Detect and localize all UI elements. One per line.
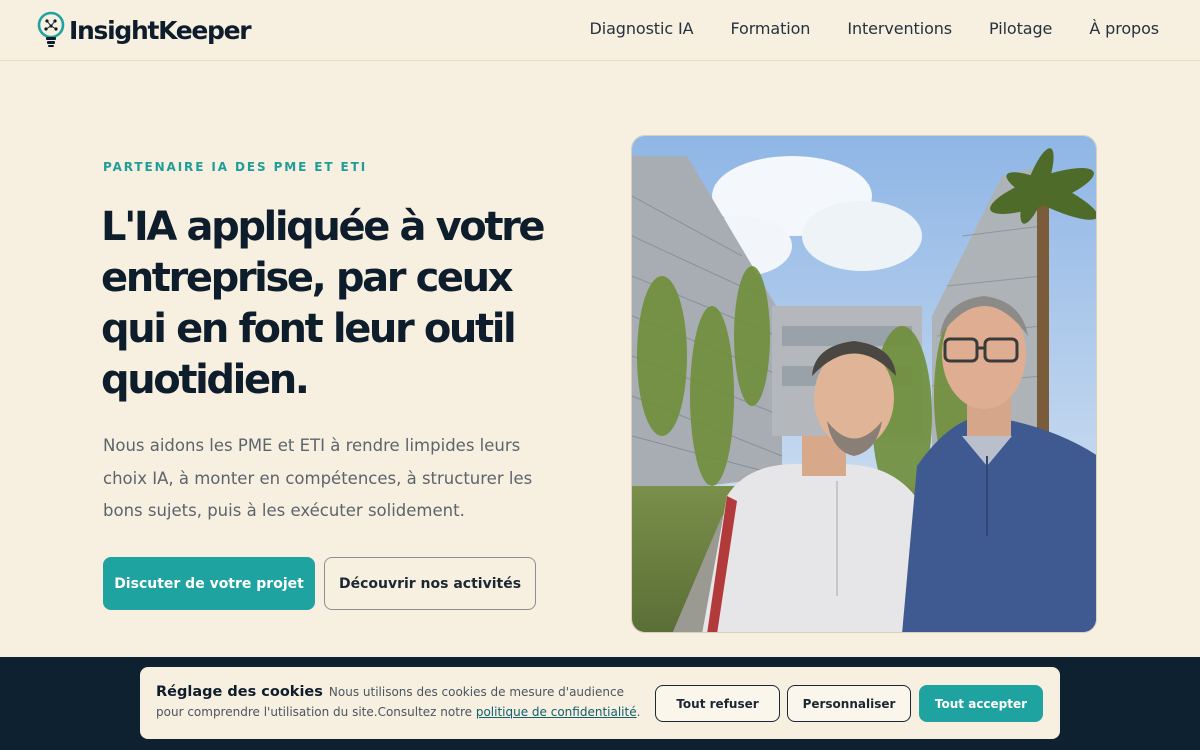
nav-item-pilotage[interactable]: Pilotage	[989, 19, 1052, 38]
lightbulb-icon	[37, 11, 65, 49]
brand-name: InsightKeeper	[69, 15, 252, 45]
hero-lead: Nous aidons les PME et ETI à rendre limp…	[103, 436, 533, 520]
nav-item-diagnostic[interactable]: Diagnostic IA	[590, 19, 694, 38]
nav-item-formation[interactable]: Formation	[730, 19, 810, 38]
cookie-banner: Réglage des cookies Nous utilisons des co…	[140, 667, 1060, 739]
nav-item-a-propos[interactable]: À propos	[1089, 19, 1159, 38]
site-header: InsightKeeper Diagnostic IA Formation In…	[0, 0, 1200, 61]
refuse-all-button[interactable]: Tout refuser	[655, 685, 780, 722]
cookie-title: Réglage des cookies	[156, 684, 323, 700]
customize-button[interactable]: Personnaliser	[787, 685, 911, 722]
cookie-text: Réglage des cookies Nous utilisons des co…	[156, 682, 648, 722]
hero-eyebrow: PARTENAIRE IA DES PME ET ETI	[103, 160, 368, 174]
founders-photo	[631, 135, 1097, 633]
discuss-project-button[interactable]: Discuter de votre projet	[103, 557, 315, 610]
cookie-link-suffix: .	[636, 705, 641, 719]
main-nav: Diagnostic IA Formation Interventions Pi…	[590, 19, 1160, 38]
discover-activities-button[interactable]: Découvrir nos activités	[324, 557, 536, 610]
privacy-policy-link[interactable]: politique de confidentialité	[476, 705, 637, 719]
accept-all-button[interactable]: Tout accepter	[919, 685, 1043, 722]
nav-item-interventions[interactable]: Interventions	[847, 19, 952, 38]
brand-logo[interactable]: InsightKeeper	[37, 11, 252, 49]
hero-headline: L'IA appliquée à votre entreprise, par c…	[101, 204, 546, 403]
